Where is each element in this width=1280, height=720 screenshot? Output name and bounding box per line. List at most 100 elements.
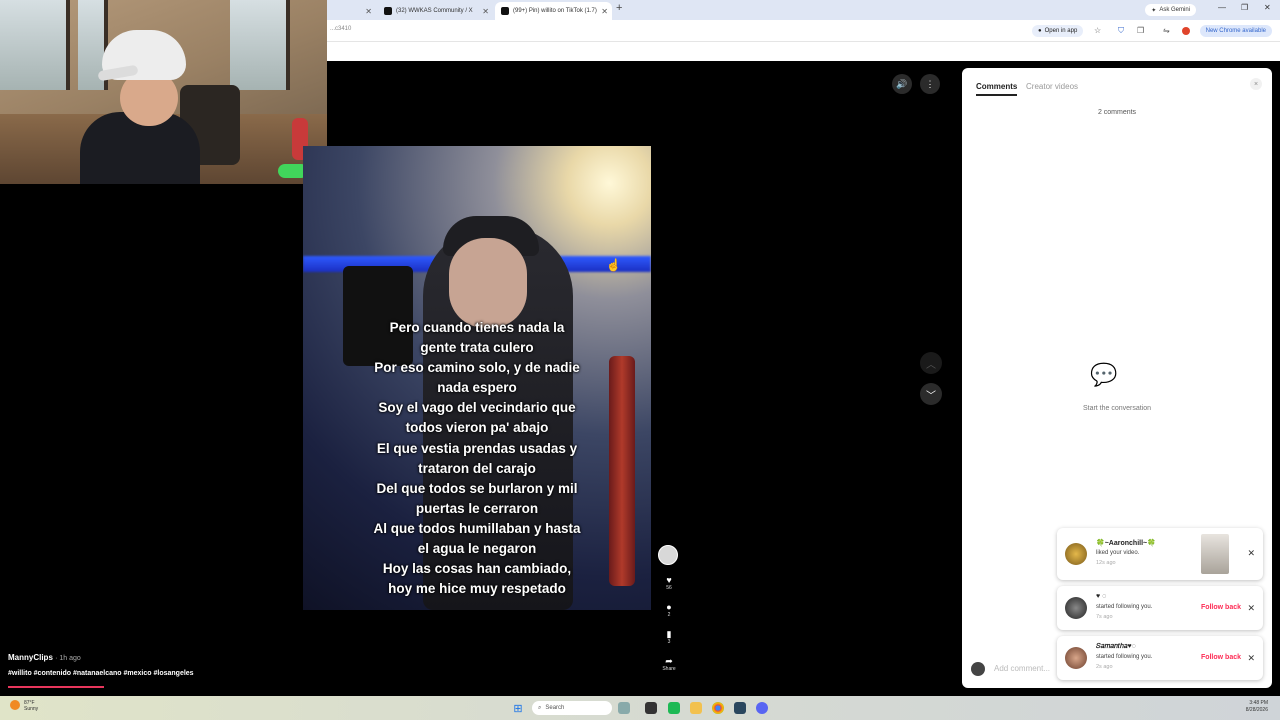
like-count: 56 bbox=[666, 585, 672, 591]
notification-time: 7s ago bbox=[1096, 614, 1113, 620]
taskbar-clock[interactable]: 3:48 PM 8/28/2026 bbox=[1246, 700, 1268, 714]
tab-close-icon[interactable]: ✕ bbox=[482, 7, 489, 16]
volume-icon[interactable]: 🔊 bbox=[892, 74, 912, 94]
like-button[interactable]: ♥ 56 bbox=[662, 575, 676, 591]
notification-avatar bbox=[1065, 543, 1087, 565]
translate-icon[interactable]: ⇋ bbox=[1163, 26, 1170, 35]
new-tab-button[interactable]: + bbox=[616, 2, 622, 14]
lyric-line: El que vestia prendas usadas y bbox=[376, 440, 578, 456]
video-lyrics-caption: Pero cuando tienes nada la gente trata cu… bbox=[303, 318, 651, 599]
browser-tab[interactable]: (32) WWKAS Community / X ✕ bbox=[378, 2, 493, 20]
file-explorer-icon[interactable] bbox=[690, 702, 702, 714]
url-text[interactable]: ...c3410 bbox=[330, 26, 351, 32]
follow-back-button[interactable]: Follow back bbox=[1201, 654, 1241, 661]
notification-action: liked your video. bbox=[1096, 550, 1140, 556]
chrome-icon[interactable] bbox=[712, 702, 724, 714]
browser-tab-active[interactable]: (99+) Pin) willito on TikTok (1.7) ✕ bbox=[495, 2, 612, 20]
video-hashtags[interactable]: #willito #contenido #natanaelcano #mexic… bbox=[8, 670, 194, 677]
steam-icon[interactable] bbox=[734, 702, 746, 714]
taskbar-search[interactable]: ⌕ Search bbox=[532, 701, 612, 715]
tab-creator-videos[interactable]: Creator videos bbox=[1026, 82, 1078, 91]
tab-title: (32) WWKAS Community / X bbox=[396, 8, 473, 14]
notification-card[interactable]: 🍀~Aaronchill~🍀 liked your video. 12s ago… bbox=[1057, 528, 1263, 580]
new-chrome-available-button[interactable]: New Chrome available bbox=[1199, 25, 1272, 37]
notification-close-icon[interactable]: ✕ bbox=[1247, 548, 1255, 559]
lyric-line: nada espero bbox=[437, 380, 517, 396]
x-logo-icon bbox=[384, 7, 392, 15]
notification-username: 𝑆𝑎𝑚𝑎𝑛𝑡ℎ𝑎♥◌ bbox=[1096, 643, 1136, 650]
tab-title: (99+) Pin) willito on TikTok (1.7) bbox=[513, 8, 597, 14]
save-button[interactable]: ▮ 3 bbox=[662, 629, 676, 645]
video-progress-bar[interactable] bbox=[8, 686, 104, 688]
search-icon: ⌕ bbox=[538, 704, 542, 711]
clock-date: 8/28/2026 bbox=[1245, 707, 1268, 713]
extensions-icon[interactable]: ❒ bbox=[1137, 26, 1144, 35]
lyric-line: el agua le negaron bbox=[417, 541, 537, 557]
author-name[interactable]: MannyClips bbox=[8, 653, 53, 662]
heart-icon: ♥ bbox=[666, 575, 672, 585]
notification-close-icon[interactable]: ✕ bbox=[1247, 653, 1255, 664]
lyric-line: Por eso camino solo, y de nadie bbox=[374, 360, 580, 376]
notification-avatar bbox=[1065, 647, 1087, 669]
share-button[interactable]: ➦ Share bbox=[658, 656, 680, 672]
video-player[interactable]: Pero cuando tienes nada la gente trata cu… bbox=[303, 146, 651, 610]
creator-avatar[interactable] bbox=[658, 545, 678, 565]
tab-comments[interactable]: Comments bbox=[976, 82, 1018, 96]
lyric-line: trataron del carajo bbox=[418, 460, 536, 476]
notification-card[interactable]: 𝑆𝑎𝑚𝑎𝑛𝑡ℎ𝑎♥◌ started following you. 2s ago… bbox=[1057, 636, 1263, 680]
add-comment-input[interactable]: Add comment... bbox=[994, 664, 1050, 673]
more-options-icon[interactable]: ⋮ bbox=[920, 74, 940, 94]
browser-tab[interactable]: ✕ bbox=[328, 2, 376, 20]
open-in-app-button[interactable]: ● Open in app bbox=[1032, 25, 1084, 37]
windows-start-icon[interactable]: ⊞ bbox=[512, 702, 524, 715]
bookmark-icon: ▮ bbox=[666, 629, 672, 639]
app-icon[interactable] bbox=[645, 702, 657, 714]
tiktok-logo-icon bbox=[501, 7, 509, 15]
lyric-line: Soy el vago del vecindario que bbox=[378, 400, 576, 416]
notification-username: 🍀~Aaronchill~🍀 bbox=[1096, 540, 1156, 547]
minimize-icon[interactable]: — bbox=[1218, 3, 1226, 12]
webcam-overlay bbox=[0, 0, 327, 184]
tab-close-icon[interactable]: ✕ bbox=[365, 7, 372, 16]
notification-action: started following you. bbox=[1096, 654, 1153, 660]
comment-count-label: 2 comments bbox=[1097, 109, 1137, 116]
video-author[interactable]: MannyClips · 1h ago bbox=[8, 653, 81, 662]
app-icon[interactable] bbox=[668, 702, 680, 714]
chat-bubbles-icon: 💬 bbox=[1090, 362, 1118, 387]
restore-icon[interactable]: ❐ bbox=[1241, 3, 1248, 12]
profile-icon[interactable] bbox=[1182, 27, 1190, 35]
next-video-button[interactable]: ﹀ bbox=[920, 383, 942, 405]
notification-close-icon[interactable]: ✕ bbox=[1247, 603, 1255, 614]
lyric-line: puertas le cerraron bbox=[415, 500, 539, 516]
empty-state-text: Start the conversation bbox=[1082, 405, 1152, 412]
shield-icon[interactable]: ⛉ bbox=[1118, 26, 1124, 36]
comment-button[interactable]: ● 2 bbox=[662, 602, 676, 618]
video-person-face bbox=[449, 238, 527, 328]
post-time: · 1h ago bbox=[55, 655, 81, 662]
windows-taskbar: 87°F Sunny ⊞ ⌕ Search 3:48 PM 8/28/2026 bbox=[0, 696, 1280, 720]
tab-close-icon[interactable]: ✕ bbox=[601, 7, 608, 16]
share-label: Share bbox=[662, 666, 676, 672]
webcam-background-window bbox=[0, 0, 70, 90]
lyric-line: Pero cuando tienes nada la bbox=[389, 320, 565, 335]
star-icon[interactable]: ☆ bbox=[1094, 26, 1101, 35]
lyric-line: Hoy las cosas han cambiado, bbox=[382, 561, 572, 577]
follow-back-button[interactable]: Follow back bbox=[1201, 604, 1241, 611]
close-panel-icon[interactable]: × bbox=[1250, 78, 1262, 90]
video-thumbnail[interactable] bbox=[1201, 534, 1229, 574]
sun-icon bbox=[10, 700, 20, 710]
ask-gemini-button[interactable]: ✦ Ask Gemini bbox=[1145, 4, 1196, 16]
clock-time: 3:48 PM bbox=[1249, 700, 1268, 706]
app-icon[interactable] bbox=[756, 702, 768, 714]
notification-card[interactable]: ♥ ◌ started following you. 7s ago Follow… bbox=[1057, 586, 1263, 630]
open-in-app-label: Open in app bbox=[1044, 28, 1078, 34]
lyric-line: gente trata culero bbox=[420, 340, 534, 356]
user-avatar bbox=[971, 662, 985, 676]
lyric-line: todos vieron pa' abajo bbox=[405, 420, 549, 436]
close-window-icon[interactable]: ✕ bbox=[1264, 3, 1271, 12]
task-view-icon[interactable] bbox=[618, 702, 630, 714]
lyric-line: Al que todos humillaban y hasta bbox=[373, 520, 581, 536]
notification-avatar bbox=[1065, 597, 1087, 619]
notification-time: 2s ago bbox=[1096, 664, 1113, 670]
previous-video-button[interactable]: ︿ bbox=[920, 352, 942, 374]
